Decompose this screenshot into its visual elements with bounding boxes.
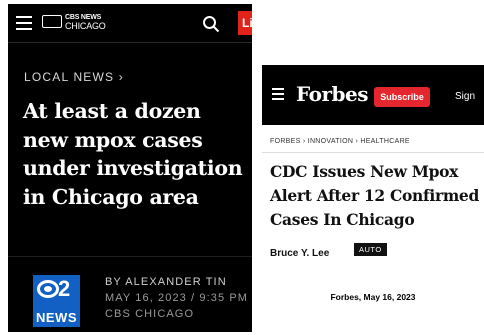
- forbes-logo[interactable]: Forbes: [296, 82, 368, 106]
- breadcrumb-divider: [262, 152, 484, 153]
- image-caption: Forbes, May 16, 2023: [330, 292, 416, 302]
- byline-divider: [8, 256, 252, 257]
- article-headline: CDC Issues New Mpox Alert After 12 Confi…: [270, 162, 480, 229]
- logo-line-2: CHICAGO: [65, 20, 106, 31]
- cbs-header: CBS NEWS CHICAGO Li: [8, 4, 252, 40]
- sign-in-link[interactable]: Sign: [455, 91, 475, 102]
- cbs-eye-icon: [37, 280, 59, 298]
- search-icon[interactable]: [202, 15, 220, 33]
- breadcrumb[interactable]: FORBES › INNOVATION › HEALTHCARE: [270, 138, 410, 145]
- article-headline: At least a dozen new mpox cases under in…: [23, 99, 243, 209]
- cbs-eye-logo-icon: [42, 15, 62, 28]
- live-tab[interactable]: Li: [238, 11, 252, 35]
- forbes-header: Forbes Subscribe Sign: [262, 65, 484, 125]
- channel-number: 2: [58, 276, 71, 301]
- menu-icon[interactable]: [16, 16, 32, 30]
- news-label: NEWS: [36, 310, 77, 325]
- forbes-article-screenshot: Forbes Subscribe Sign FORBES › INNOVATIO…: [262, 65, 484, 265]
- byline: BY ALEXANDER TIN MAY 16, 2023 / 9:35 PM …: [105, 274, 248, 322]
- menu-icon[interactable]: [272, 88, 284, 100]
- publish-date: MAY 16, 2023 / 9:35 PM: [105, 292, 249, 304]
- author-tag-badge: AUTO: [354, 243, 387, 256]
- subscribe-button[interactable]: Subscribe: [374, 87, 430, 107]
- cbs2-news-logo: 2 NEWS: [33, 275, 80, 327]
- author[interactable]: BY ALEXANDER TIN: [105, 274, 248, 290]
- author[interactable]: Bruce Y. Lee: [270, 248, 329, 259]
- cbs-article-screenshot: CBS NEWS CHICAGO Li LOCAL NEWS › At leas…: [8, 4, 252, 332]
- cbs-news-chicago-logo[interactable]: CBS NEWS CHICAGO: [42, 13, 106, 30]
- header-divider: [8, 42, 252, 43]
- section-link[interactable]: LOCAL NEWS ›: [24, 70, 124, 84]
- station-name: CBS CHICAGO: [105, 308, 195, 320]
